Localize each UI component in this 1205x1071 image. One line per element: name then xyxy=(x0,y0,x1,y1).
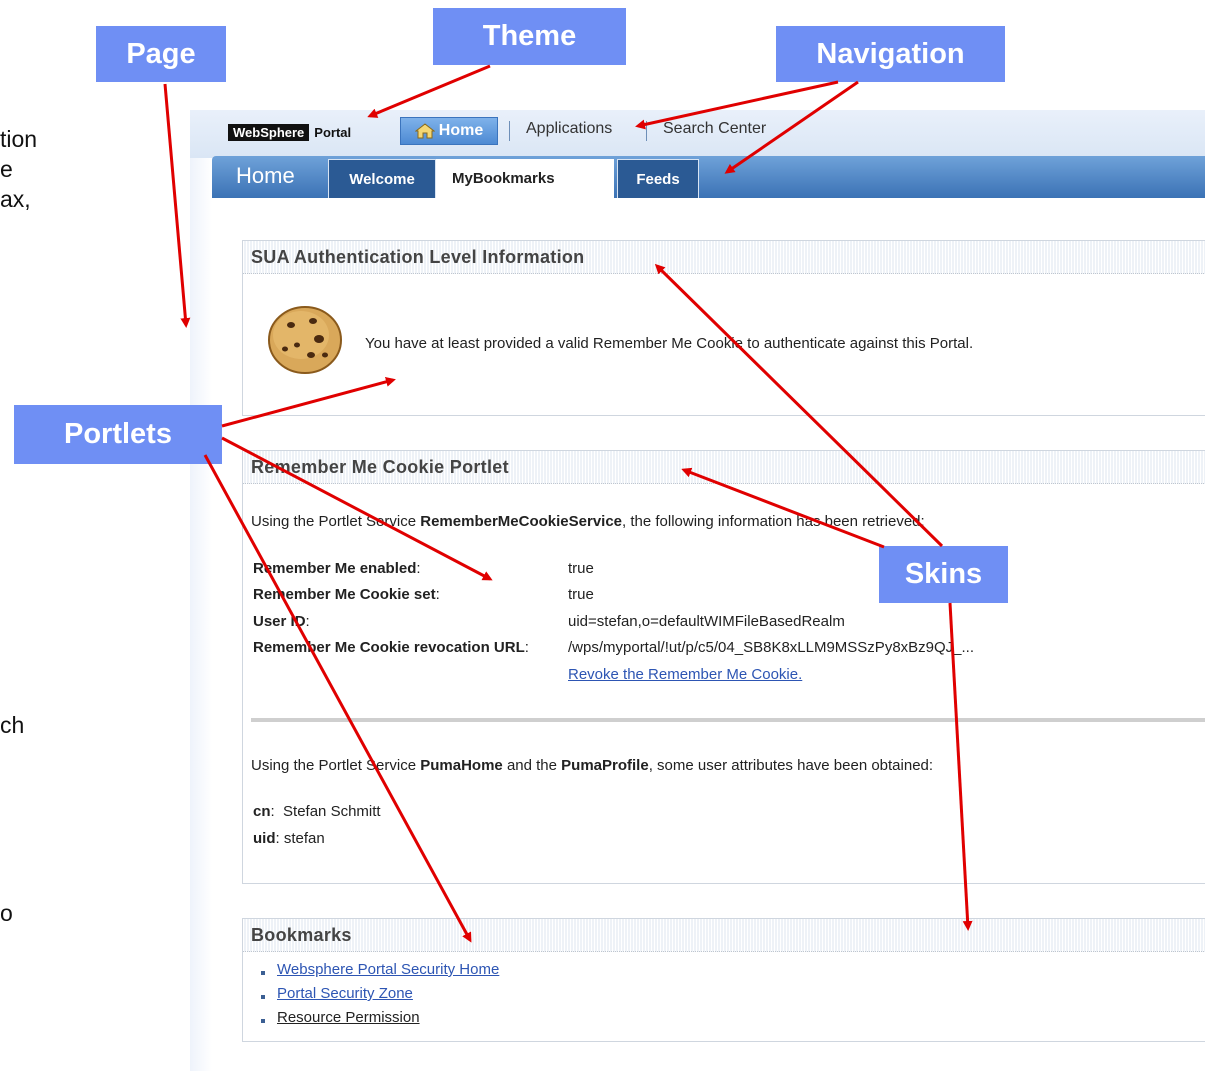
tab-mybookmarks[interactable]: MyBookmarks xyxy=(436,159,614,198)
portlet-bookmarks: Bookmarks Websphere Portal Security Home… xyxy=(242,918,1205,1042)
nav-separator xyxy=(509,121,510,141)
bookmark-link[interactable]: Portal Security Zone xyxy=(277,985,413,1002)
portlet-remember-me: Remember Me Cookie Portlet Using the Por… xyxy=(242,450,1205,884)
remember-intro: Using the Portlet Service RememberMeCook… xyxy=(251,513,925,530)
arrow-theme xyxy=(367,64,491,118)
attr-cn: cn: Stefan Schmitt xyxy=(253,803,381,820)
left-fragment-5: o xyxy=(0,900,13,926)
portlet-sua: SUA Authentication Level Information You… xyxy=(242,240,1205,416)
nav-home-label: Home xyxy=(438,122,484,139)
logo-websphere-text: WebSphere xyxy=(228,123,310,141)
portal-banner: WebSphere Portal Home Applications Searc… xyxy=(190,110,1205,158)
callout-portlets: Portlets xyxy=(14,405,222,464)
callout-skins: Skins xyxy=(879,546,1008,603)
row-value-revocation-url: /wps/myportal/!ut/p/c5/04_SB8K8xLLM9MSSz… xyxy=(568,639,975,656)
page-tab-bar: Home Welcome MyBookmarks Feeds xyxy=(212,156,1205,199)
bullet xyxy=(261,995,265,999)
left-fragment-4: ch xyxy=(0,712,25,738)
nav-applications[interactable]: Applications xyxy=(526,120,612,138)
portlet-title-bar: Bookmarks xyxy=(243,919,1205,952)
portal-frame: WebSphere Portal Home Applications Searc… xyxy=(190,110,1205,1071)
row-value-enabled: true xyxy=(568,560,594,577)
left-fragment-2: e xyxy=(0,156,13,182)
portlet-title-bar: SUA Authentication Level Information xyxy=(243,241,1205,274)
bookmark-link[interactable]: Resource Permission xyxy=(277,1009,420,1026)
attr-uid: uid: stefan xyxy=(253,830,325,847)
portlet-title: Remember Me Cookie Portlet xyxy=(251,457,509,477)
section-divider xyxy=(251,718,1205,722)
row-value-user-id: uid=stefan,o=defaultWIMFileBasedRealm xyxy=(568,613,845,630)
nav-search-center[interactable]: Search Center xyxy=(663,120,766,138)
left-fragment-1: tion xyxy=(0,126,38,152)
row-label-cookie-set: Remember Me Cookie set: xyxy=(253,586,440,603)
row-value-cookie-set: true xyxy=(568,586,594,603)
content-area: SUA Authentication Level Information You… xyxy=(212,198,1205,1071)
portlet-title: Bookmarks xyxy=(251,925,352,945)
logo-portal-text: Portal xyxy=(314,124,352,140)
row-label-user-id: User ID: xyxy=(253,613,310,630)
bookmark-link[interactable]: Websphere Portal Security Home xyxy=(277,961,499,978)
bullet xyxy=(261,971,265,975)
page-title: Home xyxy=(236,163,295,188)
portlet-title: SUA Authentication Level Information xyxy=(251,247,585,267)
websphere-logo[interactable]: WebSphere Portal xyxy=(228,122,351,142)
tab-feeds[interactable]: Feeds xyxy=(617,159,699,199)
bullet xyxy=(261,1019,265,1023)
tab-welcome[interactable]: Welcome xyxy=(328,159,436,199)
portlet-title-bar: Remember Me Cookie Portlet xyxy=(243,451,1205,484)
intro-suffix: , the following information has been ret… xyxy=(622,513,925,530)
home-icon xyxy=(414,123,435,139)
arrow-page xyxy=(163,83,191,328)
nav-home-button[interactable]: Home xyxy=(400,117,498,145)
revoke-cookie-link[interactable]: Revoke the Remember Me Cookie. xyxy=(568,666,802,683)
row-label-enabled: Remember Me enabled: xyxy=(253,560,421,577)
nav-separator xyxy=(646,121,647,141)
row-label-revocation-url: Remember Me Cookie revocation URL: xyxy=(253,639,529,656)
callout-theme: Theme xyxy=(433,8,626,65)
cookie-icon xyxy=(268,306,342,374)
puma-intro: Using the Portlet Service PumaHome and t… xyxy=(251,757,934,774)
left-fragment-3: ax, xyxy=(0,186,31,212)
callout-navigation: Navigation xyxy=(776,26,1005,82)
sua-message: You have at least provided a valid Remem… xyxy=(365,335,974,352)
intro-service: RememberMeCookieService xyxy=(420,513,623,530)
intro-prefix: Using the Portlet Service xyxy=(251,513,421,530)
callout-page: Page xyxy=(96,26,226,82)
